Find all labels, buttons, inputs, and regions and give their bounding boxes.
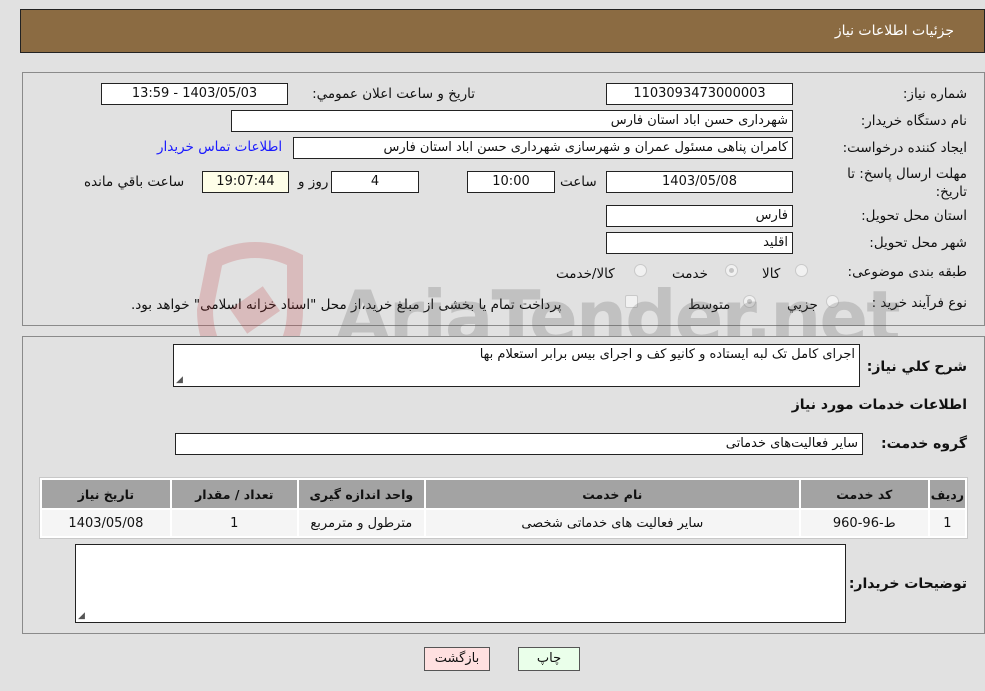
col-service-name: نام خدمت	[425, 480, 799, 508]
buyer-contact-link[interactable]: اطلاعات تماس خريدار	[157, 139, 282, 155]
col-quantity: تعداد / مقدار	[171, 480, 297, 508]
cell-service-code: ط-96-960	[800, 510, 928, 536]
category-label: طبقه بندی موضوعی:	[847, 264, 967, 280]
col-service-code: کد خدمت	[800, 480, 928, 508]
process-label: نوع فرآيند خريد :	[871, 295, 967, 311]
creator-label: ايجاد کننده درخواست:	[842, 140, 967, 156]
services-section-title: اطلاعات خدمات مورد نياز	[791, 397, 967, 413]
page-title: جزئيات اطلاعات نياز	[834, 23, 954, 39]
remaining-time-field: 19:07:44	[202, 171, 289, 193]
page-header: جزئيات اطلاعات نياز	[20, 9, 985, 53]
summary-label: شرح کلي نياز:	[866, 359, 967, 375]
summary-text: اجرای کامل تک لبه ایستاده و کانیو کف و ا…	[479, 347, 855, 362]
province-field: فارس	[606, 205, 793, 227]
buyer-org-field: شهرداری حسن اباد استان فارس	[231, 110, 793, 132]
back-button[interactable]: بازگشت	[424, 647, 490, 671]
table-row: 1 ط-96-960 ساير فعاليت های خدماتی شخصی م…	[42, 510, 965, 536]
category-radio-goods[interactable]	[795, 264, 808, 277]
category-option-service: خدمت	[672, 266, 708, 282]
summary-textarea[interactable]: اجرای کامل تک لبه ایستاده و کانیو کف و ا…	[173, 344, 860, 387]
city-field: اقليد	[606, 232, 793, 254]
table-header-row: رديف کد خدمت نام خدمت واحد اندازه گيری ت…	[42, 480, 965, 508]
category-radio-goods-service[interactable]	[634, 264, 647, 277]
treasury-note: پرداخت تمام يا بخشی از مبلغ خريد،از محل …	[131, 297, 562, 313]
process-radio-minor[interactable]	[826, 295, 839, 308]
buyer-org-label: نام دستگاه خريدار:	[860, 113, 967, 129]
deadline-label: مهلت ارسال پاسخ: تا تاريخ:	[847, 166, 967, 200]
category-option-goods: کالا	[762, 266, 781, 282]
treasury-checkbox[interactable]	[625, 295, 638, 308]
need-number-field: 1103093473000003	[606, 83, 793, 105]
need-number-label: شماره نياز:	[902, 86, 967, 102]
announce-label: تاريخ و ساعت اعلان عمومي:	[312, 86, 475, 102]
deadline-date-field: 1403/05/08	[606, 171, 793, 193]
cell-quantity: 1	[171, 510, 297, 536]
days-label: روز و	[298, 174, 329, 190]
service-group-field: ساير فعاليت‌های خدماتی	[175, 433, 863, 455]
days-remaining-field: 4	[331, 171, 419, 193]
category-radio-service[interactable]	[725, 264, 738, 277]
cell-unit: مترطول و مترمربع	[298, 510, 424, 536]
resize-grip-icon[interactable]: ◢	[78, 611, 85, 621]
buyer-notes-textarea[interactable]: ◢	[75, 544, 846, 623]
creator-field: کامران پناهی مسئول عمران و شهرسازی شهردا…	[293, 137, 793, 159]
cell-need-date: 1403/05/08	[42, 510, 170, 536]
col-row-number: رديف	[929, 480, 965, 508]
cell-service-name: ساير فعاليت های خدماتی شخصی	[425, 510, 799, 536]
cell-row-number: 1	[929, 510, 965, 536]
services-table: رديف کد خدمت نام خدمت واحد اندازه گيری ت…	[39, 477, 968, 539]
remaining-label: ساعت باقي مانده	[84, 174, 185, 190]
province-label: استان محل تحويل:	[861, 208, 967, 224]
process-radio-medium[interactable]	[743, 295, 756, 308]
buyer-notes-label: توضيحات خريدار:	[848, 576, 967, 592]
resize-grip-icon[interactable]: ◢	[176, 375, 183, 385]
deadline-time-field: 10:00	[467, 171, 555, 193]
deadline-time-label: ساعت	[560, 174, 597, 190]
category-option-goods-service: کالا/خدمت	[556, 266, 615, 282]
service-group-label: گروه خدمت:	[881, 436, 967, 452]
city-label: شهر محل تحويل:	[869, 235, 967, 251]
print-button[interactable]: چاپ	[518, 647, 580, 671]
process-option-minor: جزيي	[787, 297, 818, 313]
col-need-date: تاريخ نياز	[42, 480, 170, 508]
process-option-medium: متوسط	[688, 297, 731, 313]
col-unit: واحد اندازه گيری	[298, 480, 424, 508]
announce-field: 1403/05/03 - 13:59	[101, 83, 288, 105]
